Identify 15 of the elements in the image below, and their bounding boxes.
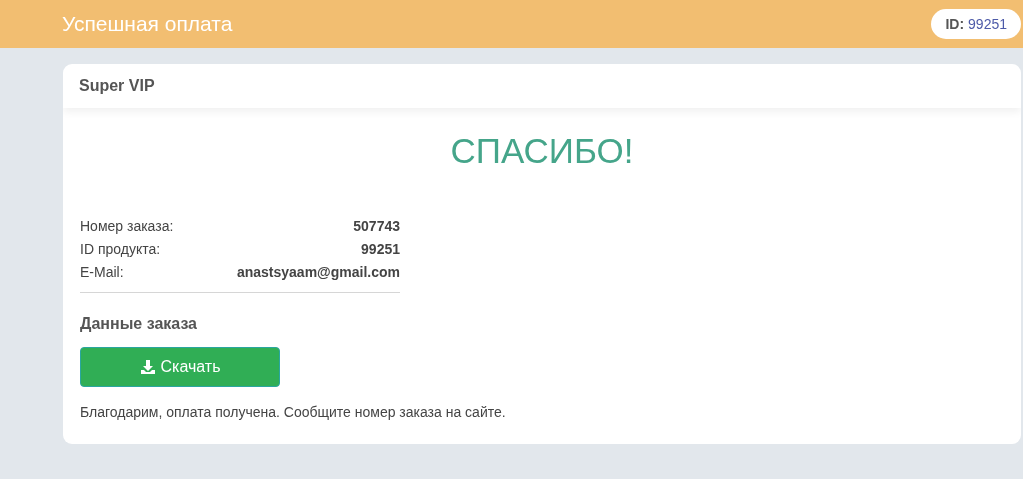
detail-label: E-Mail:	[80, 263, 124, 282]
detail-value: anastsyaam@gmail.com	[236, 263, 400, 282]
detail-label: ID продукта:	[80, 240, 161, 259]
thanks-heading: СПАСИБО!	[449, 131, 635, 171]
detail-value: 507743	[353, 217, 400, 236]
id-label: ID:	[945, 16, 965, 32]
download-button[interactable]: Скачать	[80, 347, 280, 387]
id-value: 99251	[968, 16, 1007, 32]
section-title: Данные заказа	[80, 315, 198, 333]
detail-label: Номер заказа:	[80, 217, 174, 236]
card-title: Super VIP	[79, 77, 155, 95]
download-icon	[139, 359, 156, 375]
note-text: Благодарим, оплата получена. Сообщите номер заказа на сайте.	[80, 404, 507, 420]
detail-value: 99251	[361, 240, 400, 259]
page-title: Успешная оплата	[62, 12, 233, 36]
